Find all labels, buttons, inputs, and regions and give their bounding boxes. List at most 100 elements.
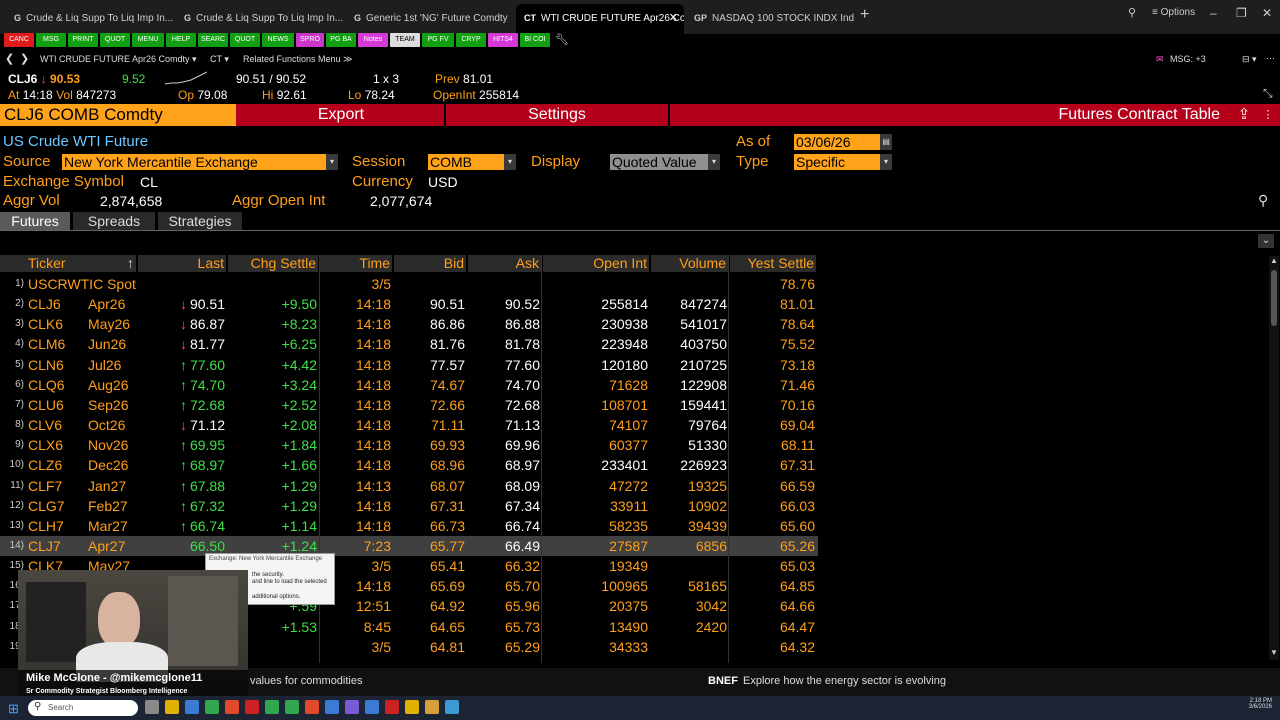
scroll-down-icon[interactable]: ▼ bbox=[1270, 648, 1278, 657]
taskbar-app-icon[interactable] bbox=[185, 700, 199, 714]
display-dropdown[interactable]: Quoted Value ▾ bbox=[610, 154, 720, 170]
close-tab-icon[interactable]: ✕ bbox=[669, 4, 678, 32]
security-field[interactable]: CLJ6 COMB Comdty bbox=[0, 104, 236, 126]
more-icon[interactable]: ⋯ bbox=[1266, 53, 1275, 64]
profile-icon[interactable]: ⚲ bbox=[1128, 6, 1136, 19]
window-options-icon[interactable]: ⊟ ▾ bbox=[1242, 54, 1257, 65]
taskbar-clock[interactable]: 2:18 PM 3/6/2026 bbox=[1236, 698, 1272, 710]
taskbar-app-icon[interactable] bbox=[425, 700, 439, 714]
taskbar-app-icon[interactable] bbox=[285, 700, 299, 714]
security-selector[interactable]: WTI CRUDE FUTURE Apr26 Comdty ▾ bbox=[40, 54, 197, 65]
table-row[interactable]: 12) CLG7 Feb27 ↑ 67.32 +1.29 14:18 67.31 67.34 33… bbox=[0, 496, 818, 516]
browser-tab[interactable]: G Generic 1st 'NG' Future Comdty bbox=[346, 6, 514, 30]
scroll-up-icon[interactable]: ▲ bbox=[1270, 256, 1278, 265]
table-row[interactable]: 1) USCRWTIC Spot 3/5 78.76 bbox=[0, 274, 818, 294]
tab-strategies[interactable]: Strategies bbox=[158, 212, 242, 230]
taskbar-app-icon[interactable] bbox=[365, 700, 379, 714]
search-box[interactable]: ⚲ Search bbox=[28, 700, 138, 716]
tab-futures[interactable]: Futures bbox=[0, 212, 70, 230]
taskbar-app-icon[interactable] bbox=[145, 700, 159, 714]
taskbar-app-icon[interactable] bbox=[225, 700, 239, 714]
table-row[interactable]: 14) CLJ7 Apr27 66.50 +1.24 7:23 65.77 66.49 2758… bbox=[0, 535, 818, 556]
asof-date-input[interactable]: 03/06/26 ▤ bbox=[794, 134, 892, 150]
col-last[interactable]: Last bbox=[138, 255, 226, 272]
close-window-icon[interactable]: ✕ bbox=[1262, 6, 1272, 20]
collapse-icon[interactable]: ⌄ bbox=[1258, 234, 1274, 248]
launchpad-button-hits4[interactable]: HITS4 bbox=[488, 33, 518, 47]
taskbar-app-icon[interactable] bbox=[205, 700, 219, 714]
launchpad-button-team[interactable]: TEAM bbox=[390, 33, 420, 47]
launchpad-button-quot[interactable]: QUOT bbox=[230, 33, 260, 47]
taskbar-app-icon[interactable] bbox=[345, 700, 359, 714]
col-time[interactable]: Time bbox=[320, 255, 392, 272]
scrollbar-track[interactable]: ▲ ▼ bbox=[1269, 256, 1279, 660]
expand-icon[interactable]: ⤡ bbox=[1263, 86, 1273, 101]
chevron-down-icon[interactable]: ▾ bbox=[326, 154, 338, 170]
col-volume[interactable]: Volume bbox=[651, 255, 728, 272]
table-row[interactable]: 2) CLJ6 Apr26 ↓ 90.51 +9.50 14:18 90.51 90.52 255… bbox=[0, 294, 818, 314]
source-dropdown[interactable]: New York Mercantile Exchange ▾ bbox=[62, 154, 338, 170]
options-menu[interactable]: ≡ Options bbox=[1152, 7, 1195, 18]
new-tab-button[interactable]: + bbox=[860, 6, 869, 24]
taskbar-app-icon[interactable] bbox=[385, 700, 399, 714]
back-icon[interactable]: ❮ bbox=[5, 52, 14, 65]
taskbar-app-icon[interactable] bbox=[165, 700, 179, 714]
browser-tab[interactable]: G Crude & Liq Supp To Liq Imp In... bbox=[176, 6, 344, 30]
ticker-text-left[interactable]: values for commodities bbox=[250, 675, 363, 687]
session-dropdown[interactable]: COMB ▾ bbox=[428, 154, 516, 170]
table-row[interactable]: 6) CLQ6 Aug26 ↑ 74.70 +3.24 14:18 74.67 74.70 716… bbox=[0, 375, 818, 395]
table-row[interactable]: 7) CLU6 Sep26 ↑ 72.68 +2.52 14:18 72.66 72.68 108… bbox=[0, 395, 818, 415]
col-ticker[interactable]: Ticker ↑ bbox=[0, 255, 136, 272]
col-chg-settle[interactable]: Chg Settle bbox=[228, 255, 318, 272]
taskbar-app-icon[interactable] bbox=[405, 700, 419, 714]
launchpad-button-canc[interactable]: CANC bbox=[4, 33, 34, 47]
minimize-icon[interactable]: – bbox=[1210, 6, 1217, 20]
share-icon[interactable]: ⇪ bbox=[1234, 104, 1254, 126]
tab-spreads[interactable]: Spreads bbox=[73, 212, 155, 230]
chevron-down-icon[interactable]: ▾ bbox=[504, 154, 516, 170]
col-yest-settle[interactable]: Yest Settle bbox=[730, 255, 816, 272]
col-open-int[interactable]: Open Int bbox=[543, 255, 649, 272]
ct-selector[interactable]: CT ▾ bbox=[210, 54, 229, 65]
launchpad-button-searc[interactable]: SEARC bbox=[198, 33, 228, 47]
chevron-down-icon[interactable]: ▾ bbox=[708, 154, 720, 170]
table-row[interactable]: 3) CLK6 May26 ↓ 86.87 +8.23 14:18 86.86 86.88 230… bbox=[0, 314, 818, 334]
launchpad-button-menu[interactable]: MENU bbox=[132, 33, 164, 47]
related-functions-menu[interactable]: Related Functions Menu ≫ bbox=[243, 54, 353, 65]
table-row[interactable]: 10) CLZ6 Dec26 ↑ 68.97 +1.66 14:18 68.96 68.97 23… bbox=[0, 455, 818, 475]
launchpad-button-cryp[interactable]: CRYP bbox=[456, 33, 486, 47]
launchpad-button-quot[interactable]: QUOT bbox=[100, 33, 130, 47]
taskbar-app-icon[interactable] bbox=[325, 700, 339, 714]
launchpad-button-pg-fv[interactable]: PG FV bbox=[422, 33, 454, 47]
table-row[interactable]: 13) CLH7 Mar27 ↑ 66.74 +1.14 14:18 66.73 66.74 58… bbox=[0, 516, 818, 536]
chevron-down-icon[interactable]: ▾ bbox=[880, 154, 892, 170]
kebab-menu-icon[interactable]: ⋮ bbox=[1260, 104, 1276, 126]
taskbar-app-icon[interactable] bbox=[445, 700, 459, 714]
windows-start-icon[interactable]: ⊞ bbox=[8, 701, 19, 717]
zoom-search-icon[interactable]: ⚲ bbox=[1258, 192, 1268, 209]
ticker-text-right[interactable]: Explore how the energy sector is evolvin… bbox=[743, 675, 946, 687]
taskbar-app-icon[interactable] bbox=[245, 700, 259, 714]
calendar-icon[interactable]: ▤ bbox=[880, 134, 892, 150]
table-row[interactable]: 8) CLV6 Oct26 ↓ 71.12 +2.08 14:18 71.11 71.13 741… bbox=[0, 415, 818, 435]
launchpad-button-bi-coi[interactable]: BI COI bbox=[520, 33, 550, 47]
msg-icon[interactable]: ✉ bbox=[1156, 54, 1164, 65]
export-button[interactable]: Export bbox=[238, 104, 444, 126]
col-ask[interactable]: Ask bbox=[468, 255, 541, 272]
table-row[interactable]: 11) CLF7 Jan27 ↑ 67.88 +1.29 14:13 68.07 68.09 47… bbox=[0, 476, 818, 496]
type-dropdown[interactable]: Specific ▾ bbox=[794, 154, 892, 170]
table-row[interactable]: 9) CLX6 Nov26 ↑ 69.95 +1.84 14:18 69.93 69.96 603… bbox=[0, 435, 818, 455]
table-row[interactable]: 5) CLN6 Jul26 ↑ 77.60 +4.42 14:18 77.57 77.60 120… bbox=[0, 355, 818, 375]
taskbar-app-icon[interactable] bbox=[305, 700, 319, 714]
taskbar-app-icon[interactable] bbox=[265, 700, 279, 714]
col-bid[interactable]: Bid bbox=[394, 255, 466, 272]
wrench-icon[interactable]: 🔧︎ bbox=[555, 33, 569, 46]
launchpad-button-help[interactable]: HELP bbox=[166, 33, 196, 47]
browser-tab[interactable]: CT WTI CRUDE FUTURE Apr26 Co ✕ bbox=[516, 4, 684, 34]
browser-tab[interactable]: G Crude & Liq Supp To Liq Imp In... bbox=[6, 6, 174, 30]
launchpad-button-spro[interactable]: SPRO bbox=[296, 33, 324, 47]
launchpad-button-news[interactable]: NEWS bbox=[262, 33, 294, 47]
scrollbar-thumb[interactable] bbox=[1271, 270, 1277, 326]
launchpad-button-notes[interactable]: Notes bbox=[358, 33, 388, 47]
table-row[interactable]: 4) CLM6 Jun26 ↓ 81.77 +6.25 14:18 81.76 81.78 223… bbox=[0, 334, 818, 354]
